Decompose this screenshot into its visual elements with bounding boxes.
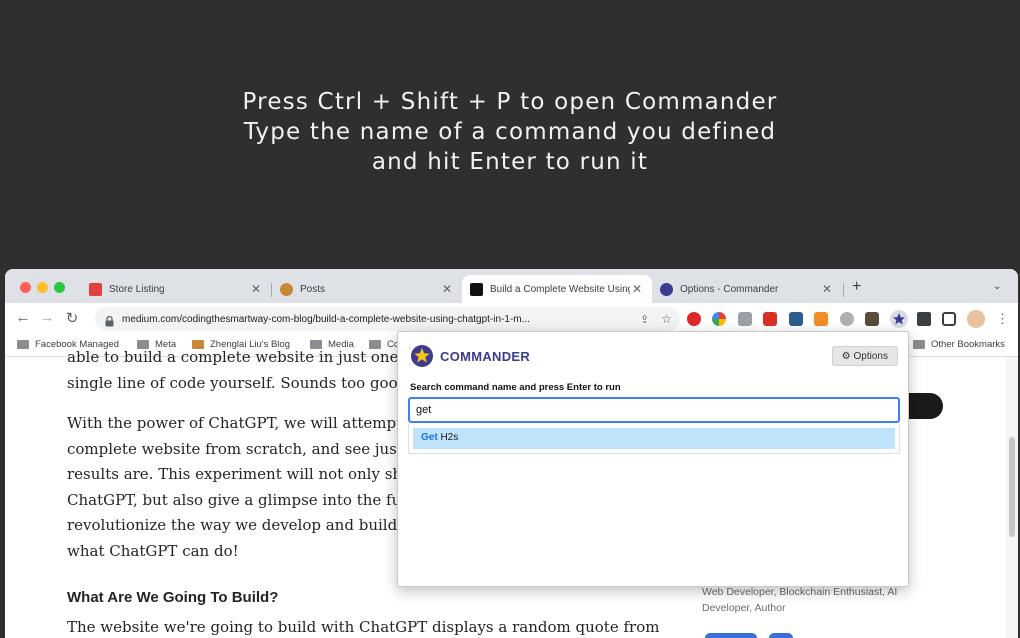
new-tab-button[interactable]: + [852,278,861,296]
opera-extension-icon[interactable] [687,312,701,326]
address-bar[interactable]: medium.com/codingthesmartway-com-blog/bu… [95,307,680,331]
command-results-list: Get H2s [408,424,900,454]
tab-close-icon[interactable]: ✕ [249,282,263,296]
tab-close-icon[interactable]: ✕ [630,282,644,296]
blue-extension-icon[interactable] [789,312,803,326]
bookmark-other[interactable]: Other Bookmarks [913,339,1005,350]
tab-close-icon[interactable]: ✕ [820,282,834,296]
tab-title: Store Listing [109,283,165,295]
commander-favicon-icon [660,282,673,296]
gear-icon: ⚙ [841,350,851,362]
commander-brand: COMMANDER [410,344,530,368]
command-result-item[interactable]: Get H2s [413,428,895,449]
orange-extension-icon[interactable] [814,312,828,326]
bookmark-star-icon[interactable]: ☆ [661,312,672,326]
search-hint: Search command name and press Enter to r… [410,382,621,393]
share-icon[interactable]: ⇪ [640,313,649,326]
options-button[interactable]: ⚙ Options [831,346,898,366]
commander-logo-icon [410,344,434,368]
scroll-thumb[interactable] [1009,437,1015,537]
blue-button-small[interactable] [769,633,793,638]
result-rest: H2s [437,432,459,443]
color-extension-icon[interactable] [712,312,726,326]
blue-button[interactable] [705,633,757,638]
tab-divider [843,283,844,297]
reload-icon[interactable]: ↻ [62,309,82,327]
menu-kebab-icon[interactable]: ⋮ [996,311,1009,327]
dark-extension-icon[interactable] [865,312,879,326]
tab-title: Options - Commander [680,283,779,295]
puzzle-extensions-icon[interactable] [917,312,931,326]
tab-title: Posts [300,283,326,295]
tab-strip: Store Listing ✕ Posts ✕ Build a Complete… [5,269,1018,303]
result-match: Get [421,432,438,443]
browser-window: Store Listing ✕ Posts ✕ Build a Complete… [5,269,1018,638]
promo-line-2: Type the name of a command you defined [243,119,777,145]
tab-search-chevron-icon[interactable]: ⌄ [993,281,1001,292]
url-text: medium.com/codingthesmartway-com-blog/bu… [122,313,530,325]
command-search-input[interactable]: get [408,397,900,423]
promo-line-3: and hit Enter to run it [371,149,649,175]
posts-favicon-icon [280,282,293,296]
folder-icon [913,340,925,349]
author-bio-line: Developer, Author [702,602,786,614]
close-window-button[interactable] [20,282,31,293]
tool-extension-icon[interactable] [840,312,854,326]
minimize-window-button[interactable] [37,282,48,293]
maximize-window-button[interactable] [54,282,65,293]
tab-posts[interactable]: Posts ✕ [272,275,462,303]
commander-extension-icon[interactable] [890,310,908,328]
tab-title: Build a Complete Website Using [490,283,630,295]
forward-arrow-icon[interactable]: → [37,309,57,326]
promo-banner: Press Ctrl + Shift + P to open Commander… [0,0,1020,268]
article-line: The website we're going to build with Ch… [67,617,660,636]
lock-icon [105,314,114,326]
tab-store-listing[interactable]: Store Listing ✕ [81,275,271,303]
red-extension-icon[interactable] [763,312,777,326]
store-favicon-icon [89,282,102,296]
back-arrow-icon[interactable]: ← [13,309,33,326]
tab-build-website[interactable]: Build a Complete Website Using ✕ [462,275,652,303]
section-heading: What Are We Going To Build? [67,589,279,606]
folder-icon [17,340,29,349]
sidebar-icon[interactable] [942,312,956,326]
promo-line-1: Press Ctrl + Shift + P to open Commander [242,89,778,115]
tab-options-commander[interactable]: Options - Commander ✕ [652,275,842,303]
commander-popup: COMMANDER ⚙ Options Search command name … [397,331,909,587]
author-bio: Web Developer, Blockchain Enthusiast, AI… [702,584,897,616]
commander-title: COMMANDER [440,348,531,364]
camera-extension-icon[interactable] [738,312,752,326]
options-label: Options [853,350,888,362]
medium-favicon-icon [470,282,483,296]
page-scrollbar[interactable] [1006,357,1018,638]
tab-close-icon[interactable]: ✕ [440,282,454,296]
avatar[interactable] [967,310,985,328]
